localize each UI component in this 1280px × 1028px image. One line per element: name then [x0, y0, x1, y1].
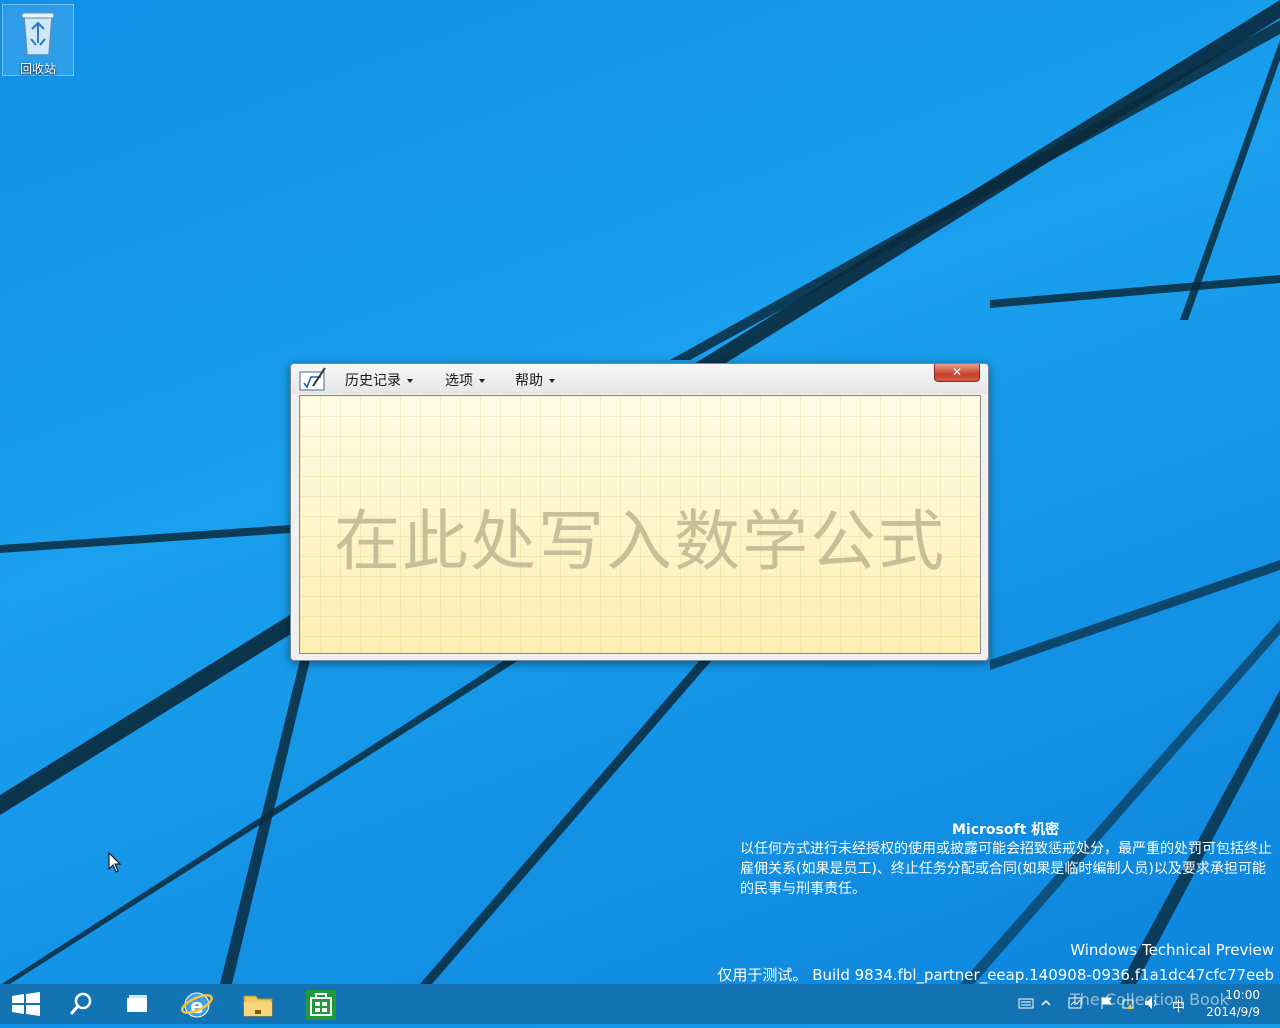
network-warning-icon[interactable] — [1122, 996, 1136, 1010]
menu-help[interactable]: 帮助 — [515, 370, 555, 390]
file-explorer-button[interactable] — [228, 984, 288, 1024]
menu-help-label: 帮助 — [515, 373, 543, 389]
writing-area[interactable]: 在此处写入数学公式 — [299, 395, 981, 654]
action-center-icon[interactable] — [1068, 996, 1084, 1010]
watermark-body: 以任何方式进行未经授权的使用或披露可能会招致惩戒处分，最严重的处罚可包括终止雇佣… — [740, 841, 1272, 897]
menu-history[interactable]: 历史记录 — [345, 370, 413, 390]
desktop: 回收站 历史记录 选项 帮助 ✕ 在此处写入数学公式 Microsoft 机密 … — [0, 0, 1280, 984]
flag-icon[interactable] — [1100, 996, 1114, 1010]
recycle-bin-label: 回收站 — [19, 62, 56, 76]
chevron-down-icon — [549, 379, 555, 383]
task-view-button[interactable] — [107, 984, 167, 1024]
title-bar[interactable]: 历史记录 选项 帮助 ✕ — [291, 364, 988, 394]
watermark-product: Windows Technical Preview — [1070, 941, 1274, 959]
recycle-bin[interactable]: 回收站 — [2, 4, 74, 76]
file-explorer-icon — [243, 995, 273, 1017]
close-button[interactable]: ✕ — [934, 364, 980, 382]
menu-options[interactable]: 选项 — [445, 370, 485, 390]
math-input-app-icon — [299, 367, 326, 391]
menu-history-label: 历史记录 — [345, 373, 401, 389]
ime-indicator[interactable]: 中 — [1172, 996, 1185, 1015]
volume-icon[interactable] — [1144, 996, 1160, 1010]
close-icon: ✕ — [951, 365, 963, 379]
clock-time[interactable]: 10:00 — [1225, 988, 1260, 1002]
system-tray: The Collection Book 中 10:00 2014/9/9 — [1010, 984, 1280, 1024]
chevron-down-icon — [479, 379, 485, 383]
search-button[interactable] — [50, 984, 110, 1024]
recycle-bin-icon — [21, 12, 55, 56]
store-button[interactable] — [290, 984, 350, 1024]
chevron-down-icon — [407, 379, 413, 383]
menu-options-label: 选项 — [445, 373, 473, 389]
watermark-title: Microsoft 机密 — [952, 822, 1060, 838]
store-icon — [306, 990, 336, 1020]
keyboard-icon[interactable] — [1018, 996, 1034, 1010]
watermark-build: 仅用于测试。 Build 9834.fbl_partner_eeap.14090… — [717, 966, 1274, 984]
taskbar: e The Collection Book 中 10:00 2014/9/9 — [0, 984, 1280, 1024]
task-view-icon — [127, 995, 147, 1012]
clock-date[interactable]: 2014/9/9 — [1206, 1005, 1260, 1019]
internet-explorer-button[interactable]: e — [167, 984, 227, 1024]
mouse-cursor-icon — [108, 852, 122, 873]
math-input-panel-window[interactable]: 历史记录 选项 帮助 ✕ 在此处写入数学公式 — [290, 363, 989, 661]
internet-explorer-icon: e — [181, 992, 213, 1018]
writing-placeholder: 在此处写入数学公式 — [334, 503, 946, 580]
show-hidden-icons-icon[interactable] — [1040, 996, 1052, 1010]
search-icon — [69, 992, 92, 1015]
